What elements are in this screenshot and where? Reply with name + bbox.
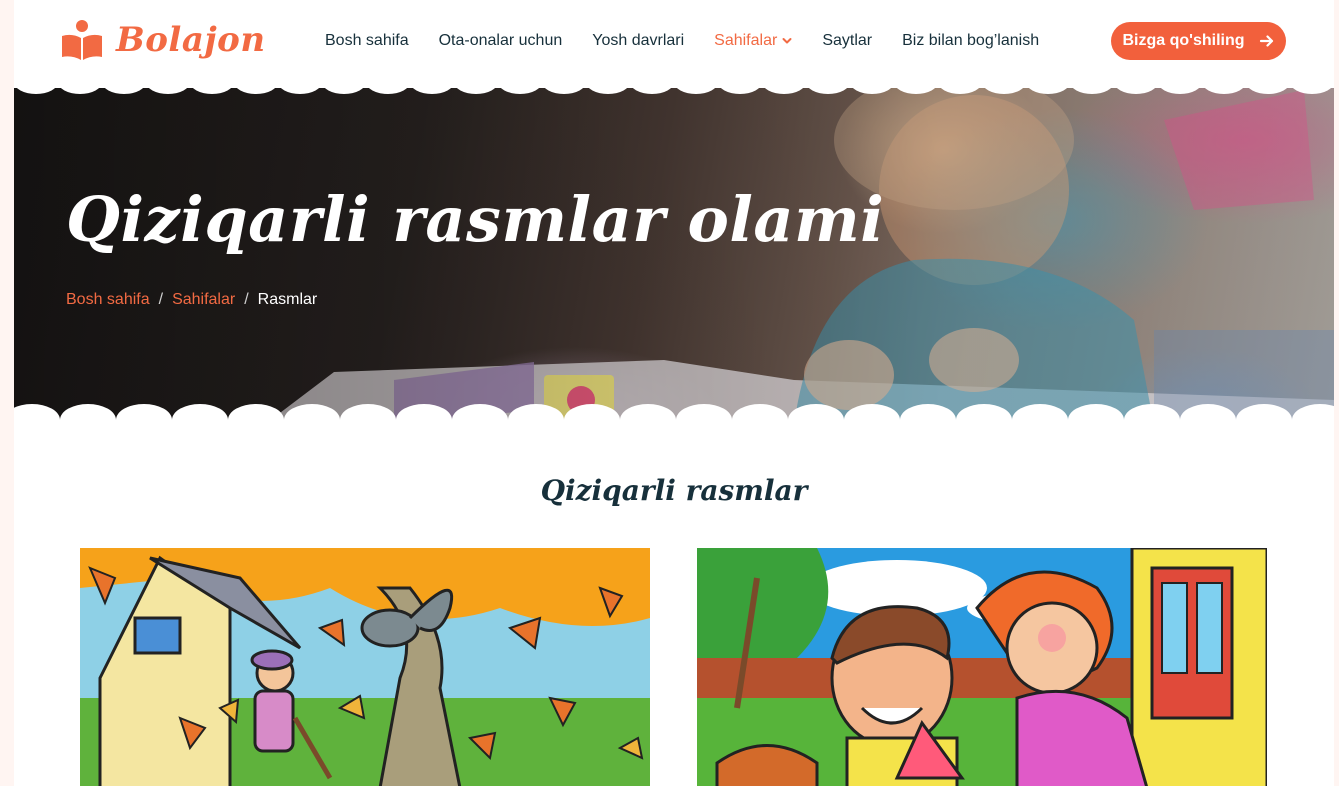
nav-label: Saytlar [822, 32, 873, 49]
book-reader-icon [62, 20, 102, 60]
brand-name: Bolajon [116, 20, 266, 60]
section-title: Qiziqarli rasmlar [540, 474, 808, 507]
nav-label: Bosh sahifa [325, 32, 409, 49]
main-nav: Bosh sahifa Ota-onalar uchun Yosh davrla… [325, 30, 1069, 52]
join-button-label: Bizga qo'shiling [1122, 32, 1245, 49]
nav-label: Biz bilan bog’lanish [902, 32, 1040, 49]
logo[interactable]: Bolajon [60, 18, 266, 62]
gallery-card-family[interactable] [697, 548, 1267, 786]
hero-banner: Qiziqarli rasmlar olami Bosh sahifa / Sa… [14, 80, 1334, 425]
nav-item-pages[interactable]: Sahifalar [714, 30, 792, 52]
hero-bottom-scallop [14, 404, 1334, 428]
chevron-down-icon [782, 38, 792, 44]
nav-label: Sahifalar [714, 32, 778, 49]
nav-label: Ota-onalar uchun [438, 32, 563, 49]
page: Bolajon Bosh sahifa Ota-onalar uchun Yos… [14, 0, 1334, 786]
nav-label: Yosh davrlari [592, 32, 685, 49]
nav-item-home[interactable]: Bosh sahifa [325, 30, 409, 52]
autumn-yard-picture [80, 548, 650, 786]
nav-item-sites[interactable]: Saytlar [822, 30, 872, 52]
breadcrumb-separator: / [244, 291, 249, 308]
breadcrumb-separator: / [158, 291, 164, 308]
gallery-card-autumn[interactable] [80, 548, 650, 786]
header-scallop [14, 82, 1334, 94]
page-title: Qiziqarli rasmlar olami [66, 183, 885, 256]
site-header: Bolajon Bosh sahifa Ota-onalar uchun Yos… [14, 0, 1334, 88]
nav-item-parents[interactable]: Ota-onalar uchun [439, 30, 563, 52]
breadcrumb: Bosh sahifa / Sahifalar / Rasmlar [66, 291, 317, 309]
breadcrumb-current: Rasmlar [257, 291, 318, 308]
arrow-right-icon [1259, 35, 1273, 47]
breadcrumb-home[interactable]: Bosh sahifa [66, 291, 150, 309]
family-garden-picture [697, 548, 1267, 786]
nav-item-contact[interactable]: Biz bilan bog’lanish [902, 30, 1039, 52]
breadcrumb-pages[interactable]: Sahifalar [172, 291, 235, 309]
nav-item-ages[interactable]: Yosh davrlari [592, 30, 684, 52]
join-button[interactable]: Bizga qo'shiling [1111, 22, 1286, 60]
